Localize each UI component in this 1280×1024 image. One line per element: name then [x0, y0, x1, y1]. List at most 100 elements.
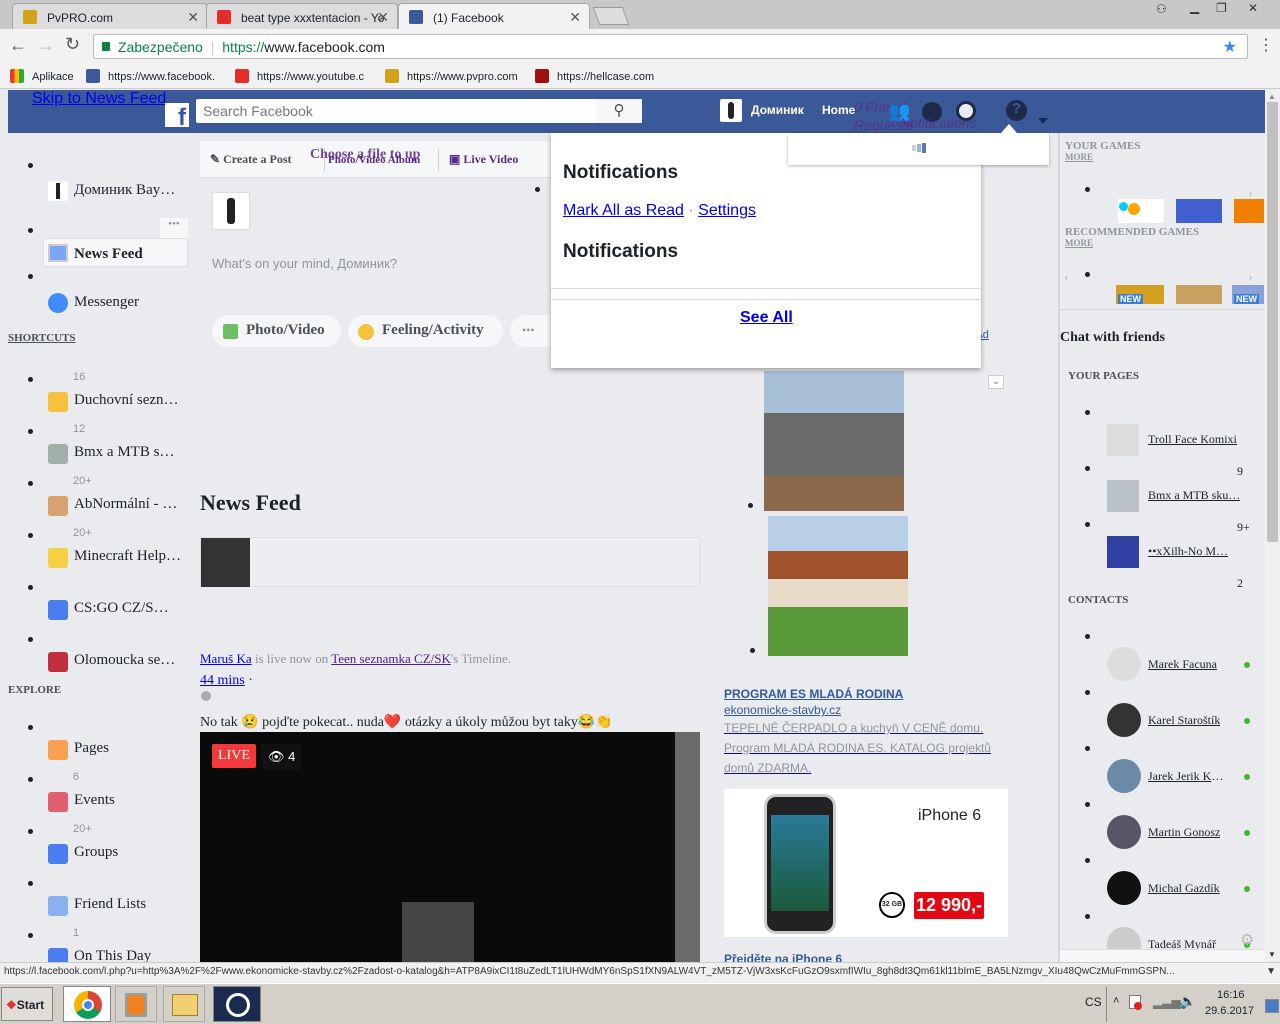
games-next-arrow-icon[interactable]: › [1248, 270, 1253, 286]
nav-news-feed[interactable]: News Feed [43, 238, 188, 267]
minimize-button[interactable]: ▁ [1190, 0, 1199, 14]
home-link[interactable]: Home [822, 103, 855, 117]
game-rec-3-icon[interactable]: NEW [1232, 285, 1264, 304]
nav-item-explore[interactable]: Pages [74, 740, 109, 757]
nav-item-shortcuts[interactable]: Olomoucka se… [74, 652, 175, 669]
page-thumbnail[interactable] [1107, 480, 1139, 512]
help-icon[interactable]: ? [1006, 100, 1027, 121]
address-bar[interactable]: Zabezpečeno | https://www.facebook.com ★ [93, 34, 1248, 59]
nav-messenger[interactable]: Messenger [74, 294, 139, 311]
account-menu-caret-icon[interactable] [1038, 118, 1048, 129]
network-icon[interactable]: ▂▃▅ [1153, 995, 1181, 1009]
contact-name[interactable]: Jarek Jerik Krá… [1148, 769, 1226, 784]
nav-item-shortcuts[interactable]: AbNormální - … [74, 496, 177, 513]
ad-domain-link[interactable]: ekonomicke-stavby.cz [724, 703, 841, 717]
profile-avatar[interactable] [720, 99, 742, 122]
ad-iphone-banner[interactable]: iPhone 6 32 GB 12 990,- [724, 789, 1008, 937]
games-next-arrow-icon[interactable]: › [1248, 186, 1253, 202]
contact-name[interactable]: Martin Gonosz [1148, 825, 1220, 840]
tray-expand-icon[interactable]: ˄ [1113, 995, 1119, 1007]
ad-image-house-family[interactable] [768, 516, 908, 656]
contact-avatar[interactable] [1107, 759, 1141, 793]
contact-name[interactable]: Michal Gazdík [1148, 881, 1220, 896]
page-thumbnail[interactable] [1107, 424, 1139, 456]
notification-settings-link[interactable]: Settings [698, 202, 756, 219]
language-indicator[interactable]: CS [1085, 995, 1102, 1009]
nav-item-shortcuts[interactable]: Duchovní sezn… [74, 392, 179, 409]
game-agario-icon[interactable] [1118, 199, 1164, 223]
profile-link[interactable]: Доминик [751, 103, 804, 117]
game-2-icon[interactable] [1176, 199, 1222, 223]
taskbar-chrome[interactable] [63, 986, 111, 1022]
taskbar-steam[interactable] [213, 986, 261, 1022]
see-all-notifications-link[interactable]: See All [740, 309, 793, 327]
contact-name[interactable]: Karel Staroštík [1148, 713, 1220, 728]
nav-item-explore[interactable]: Friend Lists [74, 896, 146, 913]
tab-facebook[interactable]: (1) Facebook ✕ [398, 3, 590, 29]
chat-search-bar[interactable] [1060, 949, 1265, 962]
post-time-link[interactable]: 44 mins [200, 673, 245, 688]
games-prev-arrow-icon[interactable]: ‹ [1064, 270, 1069, 286]
taskbar-media-player[interactable] [115, 986, 157, 1022]
scrollbar-thumb[interactable] [1267, 102, 1278, 542]
maximize-button[interactable]: ❐ [1216, 1, 1227, 15]
bookmark-facebook[interactable]: https://www.facebook. [86, 69, 215, 83]
ad-options-chevron-icon[interactable]: ⌄ [988, 375, 1004, 389]
start-button[interactable]: ❖Start [1, 987, 53, 1021]
contact-name[interactable]: Marek Facuna [1148, 657, 1217, 672]
action-center-icon[interactable] [1129, 995, 1142, 1010]
page-scrollbar[interactable]: ▲ ▼ [1265, 90, 1280, 962]
tab-create-post[interactable]: ✎ Create a Post [210, 152, 291, 167]
bookmark-star-icon[interactable]: ★ [1223, 37, 1237, 57]
feeling-activity-button[interactable]: Feeling/Activity [348, 315, 503, 347]
nav-item-shortcuts[interactable]: CS:GO CZ/S… [74, 600, 169, 617]
search-icon[interactable]: ⚲ [596, 99, 642, 123]
ad-title-link[interactable]: PROGRAM ES MLADÁ RODINA [724, 687, 903, 701]
clock-date[interactable]: 29.6.2017 [1205, 1005, 1254, 1017]
menu-icon[interactable]: ⋮ [1258, 35, 1274, 55]
close-tab-icon[interactable]: ✕ [377, 9, 389, 26]
tab-photo-video-album[interactable]: Photo/Video Album [328, 154, 420, 166]
forward-icon[interactable]: → [37, 35, 55, 56]
post-author-link[interactable]: Maruš Ka [200, 651, 252, 666]
game-rec-1-icon[interactable]: NEW [1116, 285, 1164, 304]
shortcuts-heading[interactable]: SHORTCUTS [8, 332, 75, 344]
volume-icon[interactable]: 🔈 [1179, 993, 1196, 1010]
back-icon[interactable]: ← [9, 35, 27, 56]
search-input[interactable]: Search Facebook ⚲ [196, 99, 642, 123]
tab-pvpro[interactable]: PvPRO.com ✕ [12, 3, 208, 29]
composer-more-button[interactable]: ••• [510, 315, 550, 347]
nav-item-shortcuts[interactable]: Minecraft Help… [74, 548, 181, 565]
bookmark-hellcase[interactable]: https://hellcase.com [535, 69, 654, 83]
tab-live-video[interactable]: ▣ Live Video [449, 152, 518, 167]
nav-profile[interactable]: Доминик Bay… [74, 182, 175, 199]
chat-settings-gear-icon[interactable]: ⚙ [1240, 930, 1254, 950]
photo-video-button[interactable]: Photo/Video [212, 315, 341, 347]
contact-avatar[interactable] [1107, 871, 1141, 905]
next-ad-title-link[interactable]: Přejděte na iPhone 6 [724, 952, 842, 962]
bookmark-pvpro[interactable]: https://www.pvpro.com [385, 69, 518, 83]
contact-avatar[interactable] [1107, 815, 1141, 849]
nav-item-explore[interactable]: Groups [74, 844, 118, 861]
close-window-button[interactable]: ✕ [1248, 1, 1258, 15]
bookmark-youtube[interactable]: https://www.youtube.c [235, 69, 364, 83]
close-tab-icon[interactable]: ✕ [187, 9, 199, 26]
close-tab-icon[interactable]: ✕ [569, 9, 581, 26]
facebook-logo[interactable]: f [165, 103, 189, 131]
page-link[interactable]: Troll Face Komixi [1148, 432, 1237, 447]
show-desktop-button[interactable] [1265, 999, 1279, 1013]
page-thumbnail[interactable] [1107, 536, 1139, 568]
nav-item-shortcuts[interactable]: Bmx a MTB s… [74, 444, 174, 461]
reload-icon[interactable]: ↻ [65, 34, 80, 55]
ad-image-house-modern[interactable] [764, 371, 904, 511]
game-angry-birds-icon[interactable] [1234, 199, 1264, 223]
live-video-player[interactable]: LIVE 👁 4 [200, 732, 700, 962]
composer-input[interactable]: What's on your mind, Доминик? [212, 256, 397, 271]
tab-youtube[interactable]: beat type xxxtentacion - Yo ✕ [206, 3, 398, 29]
your-games-more-link[interactable]: MORE [1065, 152, 1093, 162]
new-tab-button[interactable] [592, 7, 630, 25]
mark-all-read-link[interactable]: Mark All as Read [563, 202, 684, 219]
page-link[interactable]: Bmx a MTB sku… [1148, 488, 1240, 503]
user-icon[interactable]: ⚇ [1156, 2, 1167, 16]
page-link[interactable]: ••xXilh-No M… [1148, 544, 1228, 559]
